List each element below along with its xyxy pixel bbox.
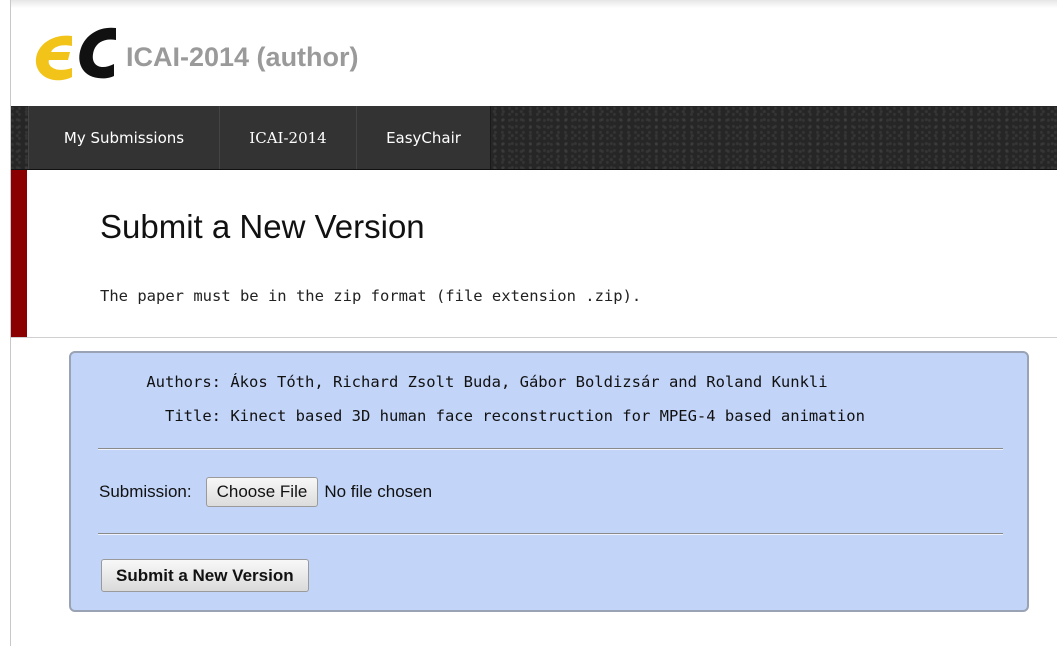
main-nav: My Submissions ICAI-2014 EasyChair [11,106,1057,170]
file-status: No file chosen [324,482,433,501]
title-accent-bar [11,170,27,337]
easychair-logo[interactable] [28,24,120,90]
page-title: Submit a New Version [100,208,425,245]
page-header: Submit a New Version The paper must be i… [11,170,1057,338]
form-divider [98,448,1003,450]
authors-value: Ákos Tóth, Richard Zsolt Buda, Gábor Bol… [230,373,828,391]
submission-label: Submission: [99,482,192,501]
choose-file-button[interactable]: Choose File [205,477,319,507]
easychair-logo-icon [35,27,116,81]
nav-easychair[interactable]: EasyChair [356,106,491,169]
form-divider [98,533,1003,535]
app-title: ICAI-2014 (author) [126,41,359,72]
top-shadow [10,0,1057,8]
page-instruction: The paper must be in the zip format (fil… [100,287,642,305]
submission-form: Authors: Ákos Tóth, Richard Zsolt Buda, … [69,351,1029,612]
title-value: Kinect based 3D human face reconstructio… [230,407,865,425]
header: ICAI-2014 (author) [28,24,359,90]
authors-label: Authors: [146,373,221,391]
submission-row: Submission: Choose File No file chosen [99,477,432,507]
title-label: Title: [165,407,221,425]
authors-row: Authors: Ákos Tóth, Richard Zsolt Buda, … [71,373,828,391]
submit-new-version-button[interactable]: Submit a New Version [101,559,309,592]
page: ICAI-2014 (author) My Submissions ICAI-2… [0,0,1057,646]
title-row: Title: Kinect based 3D human face recons… [71,407,865,425]
nav-my-submissions[interactable]: My Submissions [28,106,220,169]
nav-icai-2014[interactable]: ICAI-2014 [219,106,357,169]
